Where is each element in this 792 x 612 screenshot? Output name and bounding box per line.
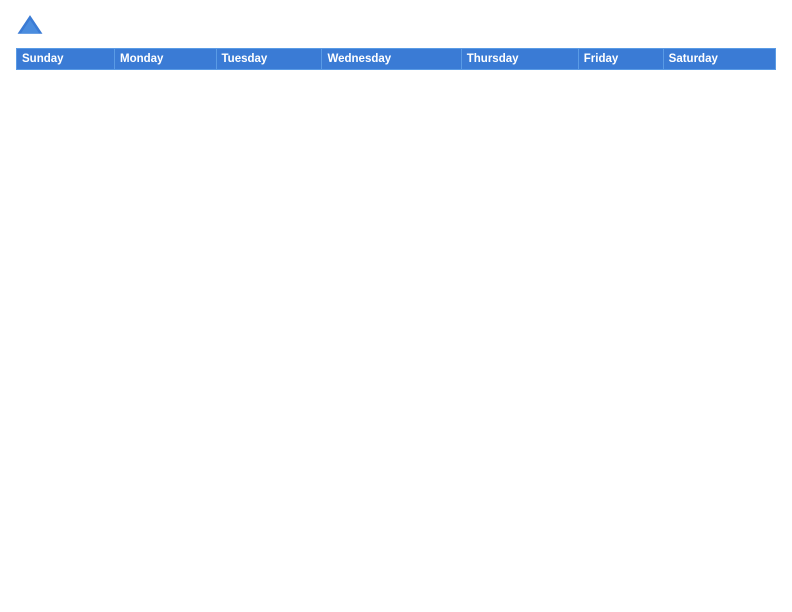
calendar: SundayMondayTuesdayWednesdayThursdayFrid… <box>16 48 776 70</box>
logo <box>16 12 48 40</box>
col-header-thursday: Thursday <box>461 49 578 70</box>
col-header-saturday: Saturday <box>663 49 775 70</box>
col-header-monday: Monday <box>114 49 216 70</box>
col-header-sunday: Sunday <box>17 49 115 70</box>
calendar-header-row: SundayMondayTuesdayWednesdayThursdayFrid… <box>17 49 776 70</box>
page: SundayMondayTuesdayWednesdayThursdayFrid… <box>0 0 792 612</box>
header <box>16 12 776 40</box>
logo-icon <box>16 12 44 40</box>
col-header-tuesday: Tuesday <box>216 49 322 70</box>
col-header-friday: Friday <box>578 49 663 70</box>
col-header-wednesday: Wednesday <box>322 49 461 70</box>
